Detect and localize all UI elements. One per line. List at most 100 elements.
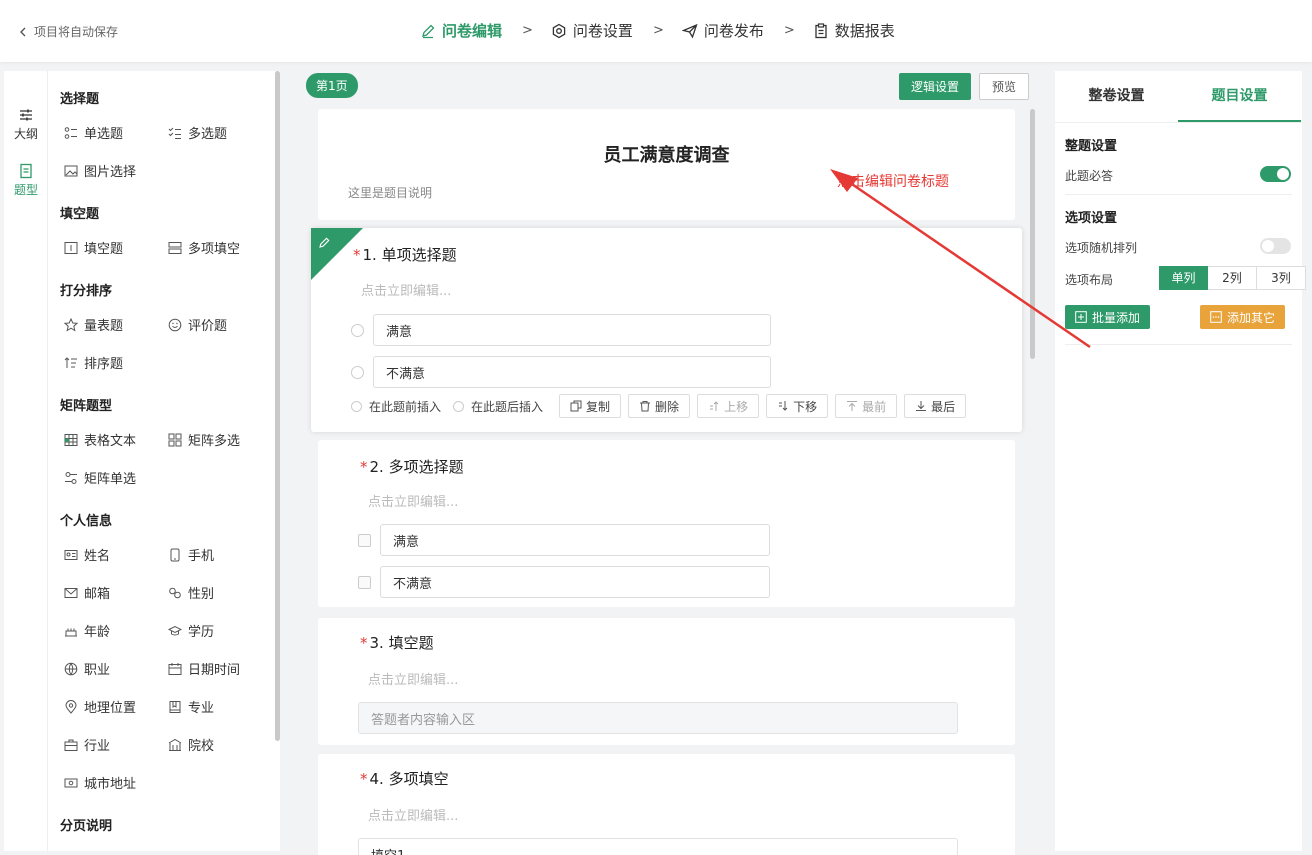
option-input[interactable]: 满意 xyxy=(373,314,771,346)
survey-description[interactable]: 这里是题目说明 xyxy=(348,184,432,201)
palette-single-choice[interactable]: 单选题 xyxy=(64,123,123,142)
move-top-button[interactable]: 最前 xyxy=(835,394,898,418)
palette-phone[interactable]: 手机 xyxy=(168,545,214,564)
palette-table-text[interactable]: 表格文本 xyxy=(64,430,136,449)
question-title[interactable]: * 4. 多项填空 xyxy=(360,768,449,789)
question-title[interactable]: * 1. 单项选择题 xyxy=(353,244,457,265)
step-nav: 问卷编辑 > 问卷设置 > 问卷发布 > 数据报表 xyxy=(420,20,895,41)
palette-multi-fill[interactable]: 多项填空 xyxy=(168,238,240,257)
location-pin-icon xyxy=(65,699,77,714)
palette-phone-label: 手机 xyxy=(188,549,215,564)
radio-button[interactable] xyxy=(351,400,362,412)
question-hint[interactable]: 点击立即编辑... xyxy=(368,669,458,688)
palette-datetime[interactable]: 日期时间 xyxy=(168,659,240,678)
insert-before[interactable]: 在此题前插入 xyxy=(351,398,441,415)
palette-major[interactable]: 专业 xyxy=(168,697,214,716)
palette-matrix-multi[interactable]: 矩阵多选 xyxy=(168,430,240,449)
tab-survey-settings[interactable]: 整卷设置 xyxy=(1055,71,1178,122)
palette-name[interactable]: 姓名 xyxy=(64,545,110,564)
survey-title-card[interactable]: 员工满意度调查 这里是题目说明 点击编辑问卷标题 xyxy=(318,109,1015,220)
rail-outline[interactable]: 大纲 xyxy=(4,107,48,142)
palette-gender[interactable]: 性别 xyxy=(168,583,214,602)
required-toggle[interactable] xyxy=(1260,166,1291,182)
page-badge[interactable]: 第1页 xyxy=(306,73,358,98)
question-card-1[interactable]: * 1. 单项选择题 点击立即编辑... 满意 不满意 在此题前插入 在此题后插入… xyxy=(311,228,1022,432)
random-order-toggle[interactable] xyxy=(1260,238,1291,254)
palette-email[interactable]: 邮箱 xyxy=(64,583,110,602)
question-hint[interactable]: 点击立即编辑... xyxy=(368,491,458,510)
radio-button[interactable] xyxy=(351,323,364,337)
question-hint[interactable]: 点击立即编辑... xyxy=(368,805,458,824)
question-card-3[interactable]: * 3. 填空题 点击立即编辑... 答题者内容输入区 xyxy=(318,618,1015,745)
top-header: 项目将自动保存 问卷编辑 > 问卷设置 > 问卷发布 > 数据报表 xyxy=(0,0,1312,62)
palette-age[interactable]: 年龄 xyxy=(64,621,110,640)
whole-question-section: 整题设置 xyxy=(1065,139,1118,154)
palette-school[interactable]: 院校 xyxy=(168,735,214,754)
palette-fill[interactable]: 填空题 xyxy=(64,238,123,257)
question-hint[interactable]: 点击立即编辑... xyxy=(361,280,451,299)
fill-blank-input[interactable]: 填空1 xyxy=(358,838,958,855)
move-up-label: 上移 xyxy=(724,399,749,414)
step-edit[interactable]: 问卷编辑 xyxy=(420,20,502,41)
option-input[interactable]: 满意 xyxy=(380,524,770,556)
palette-industry[interactable]: 行业 xyxy=(64,735,110,754)
preview-button[interactable]: 预览 xyxy=(979,73,1030,100)
move-up-button[interactable]: 上移 xyxy=(697,394,760,418)
text-field-icon xyxy=(64,241,78,254)
batch-add-button[interactable]: 批量添加 xyxy=(1065,305,1151,329)
step-report-label: 数据报表 xyxy=(834,22,895,40)
settings-tabs: 整卷设置 题目设置 xyxy=(1055,71,1302,123)
palette-education[interactable]: 学历 xyxy=(168,621,214,640)
step-report[interactable]: 数据报表 xyxy=(813,20,895,41)
back-link[interactable]: 项目将自动保存 xyxy=(18,23,118,40)
checkbox[interactable] xyxy=(358,533,371,547)
palette-location[interactable]: 地理位置 xyxy=(64,697,136,716)
add-other-button[interactable]: 添加其它 xyxy=(1200,305,1286,329)
copy-button[interactable]: 复制 xyxy=(559,394,622,418)
palette-city[interactable]: 城市地址 xyxy=(64,773,136,792)
delete-button[interactable]: 删除 xyxy=(628,394,691,418)
palette-sort[interactable]: 排序题 xyxy=(64,353,123,372)
palette-job-label: 职业 xyxy=(84,663,111,678)
layout-selector: 单列 2列 3列 xyxy=(1159,266,1306,290)
palette-rating-label: 评价题 xyxy=(188,319,228,334)
logic-settings-button[interactable]: 逻辑设置 xyxy=(899,73,972,100)
layout-option-2col[interactable]: 2列 xyxy=(1208,266,1257,290)
radio-button[interactable] xyxy=(453,400,465,412)
move-bottom-button[interactable]: 最后 xyxy=(904,394,967,418)
option-input[interactable]: 不满意 xyxy=(373,356,771,388)
palette-table-text-label: 表格文本 xyxy=(84,434,137,449)
layout-option-single[interactable]: 单列 xyxy=(1159,266,1208,290)
step-publish[interactable]: 问卷发布 xyxy=(681,20,764,41)
question-title[interactable]: * 2. 多项选择题 xyxy=(360,456,464,477)
question-title[interactable]: * 3. 填空题 xyxy=(360,632,434,653)
gender-icon xyxy=(169,587,181,598)
palette-image-choice[interactable]: 图片选择 xyxy=(64,161,136,180)
move-down-button[interactable]: 下移 xyxy=(766,394,829,418)
palette-scrollbar[interactable] xyxy=(275,71,280,741)
rail-types-label: 题型 xyxy=(13,183,38,197)
step-settings[interactable]: 问卷设置 xyxy=(551,20,633,41)
layout-option-3col[interactable]: 3列 xyxy=(1257,266,1306,290)
checkbox[interactable] xyxy=(358,575,371,589)
palette-job[interactable]: 职业 xyxy=(64,659,110,678)
copy-label: 复制 xyxy=(586,399,611,414)
question-card-4[interactable]: *4. 多项填空 点击立即编辑... 填空1 xyxy=(318,754,1015,855)
answer-input-area[interactable]: 答题者内容输入区 xyxy=(358,702,958,734)
palette-scale[interactable]: 量表题 xyxy=(64,315,123,334)
insert-after[interactable]: 在此题后插入 xyxy=(453,398,543,415)
palette-multi-choice[interactable]: 多选题 xyxy=(168,123,227,142)
rail-question-types[interactable]: 题型 xyxy=(4,163,48,198)
map-card-icon xyxy=(64,778,78,787)
batch-add-label: 批量添加 xyxy=(1092,310,1141,325)
tab-question-settings[interactable]: 题目设置 xyxy=(1178,71,1301,122)
question-card-2[interactable]: * 2. 多项选择题 点击立即编辑... 满意 不满意 xyxy=(318,440,1015,607)
canvas-scrollbar[interactable] xyxy=(1030,109,1035,359)
palette-matrix-single[interactable]: 矩阵单选 xyxy=(64,468,136,487)
option-input[interactable]: 不满意 xyxy=(380,566,770,598)
required-mark: * xyxy=(353,246,361,264)
palette-rating[interactable]: 评价题 xyxy=(168,315,227,334)
radio-button[interactable] xyxy=(351,365,364,379)
pencil-icon xyxy=(422,24,435,38)
survey-title[interactable]: 员工满意度调查 xyxy=(318,141,1015,167)
